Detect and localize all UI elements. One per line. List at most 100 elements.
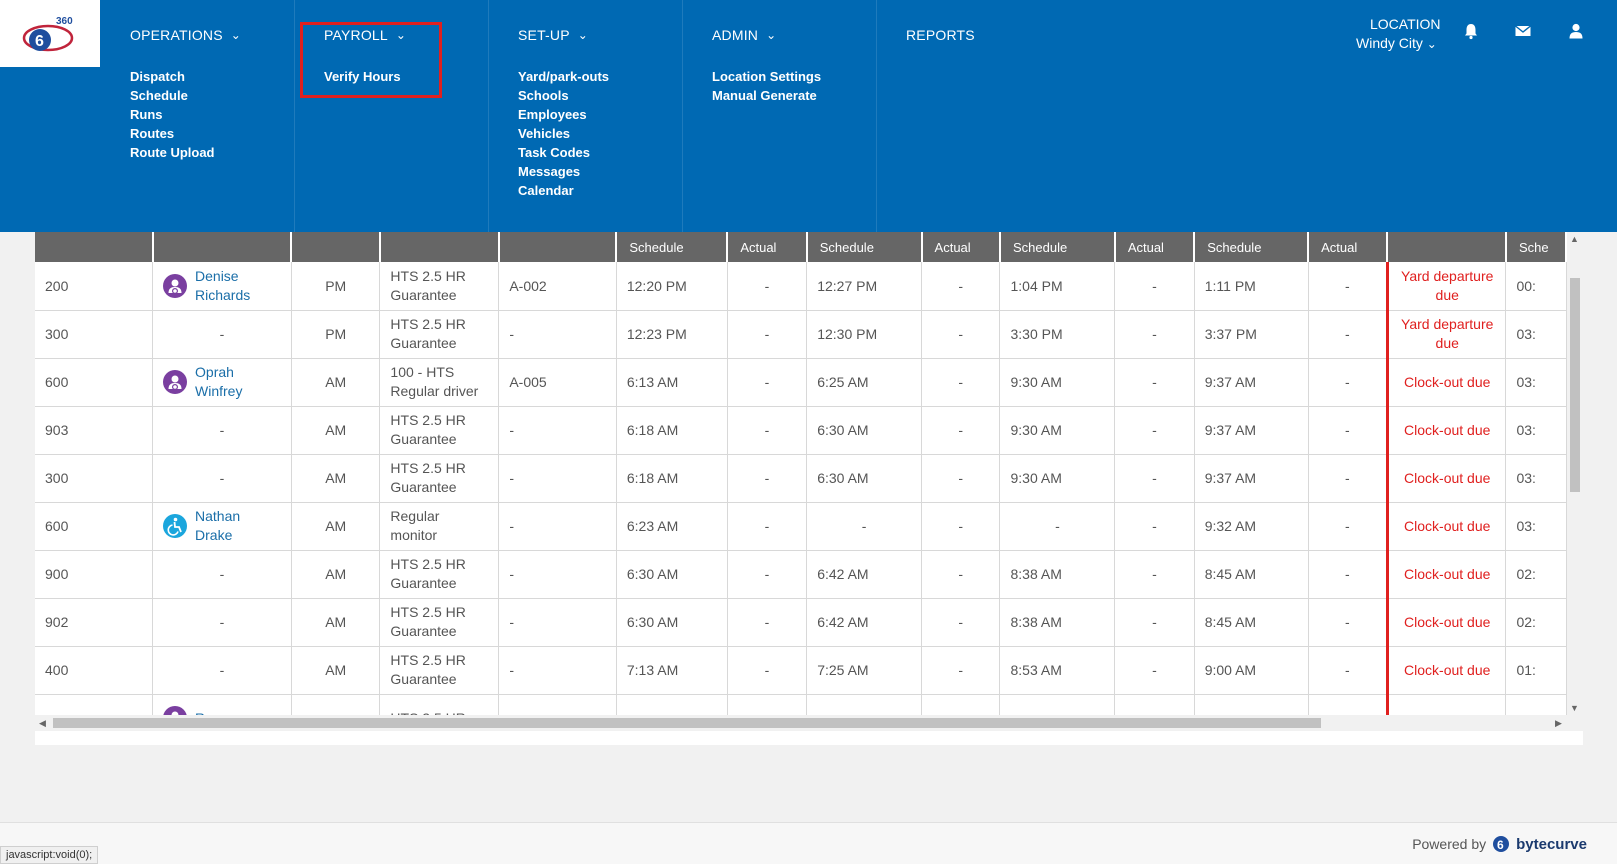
task-code-cell: HTS 2.5 HR Guarantee <box>379 598 500 647</box>
menu-item-task-codes[interactable]: Task Codes <box>518 143 609 162</box>
column-header-actual[interactable]: Actual <box>1114 232 1196 262</box>
driver-cell: - <box>152 550 292 599</box>
period-cell: AM <box>291 550 381 599</box>
table-row[interactable]: 300- PM HTS 2.5 HR Guarantee -12:23 PM -12:3… <box>35 310 1567 359</box>
column-header[interactable] <box>291 232 381 262</box>
actual-time-cell: - <box>727 310 808 359</box>
schedule-time-cell: 6:13 AM <box>616 358 728 407</box>
wheelchair-icon <box>163 514 188 538</box>
verify-hours-panel: Schedule Actual Schedule Actual Schedule… <box>35 232 1583 745</box>
scroll-down-icon[interactable]: ▼ <box>1570 703 1579 713</box>
schedule-time-cell: 9:30 AM <box>999 454 1116 503</box>
driver-name-link[interactable]: Oprah Winfrey <box>195 363 281 401</box>
driver-name-link[interactable]: Denise Richards <box>195 267 281 305</box>
table-row[interactable]: 903- AM HTS 2.5 HR Guarantee -6:18 AM -6:30 … <box>35 406 1567 455</box>
menu-item-routes[interactable]: Routes <box>130 124 215 143</box>
menu-admin-toggle[interactable]: ADMIN ⌄ <box>712 27 776 43</box>
duration-cell: 03: <box>1505 358 1567 407</box>
column-header[interactable] <box>1387 232 1507 262</box>
duration-cell: 00: <box>1505 262 1567 311</box>
table-row[interactable]: Ryne HTS 2.5 HR <box>35 694 1567 715</box>
driver-name-link[interactable]: Nathan Drake <box>195 507 281 545</box>
menu-item-messages[interactable]: Messages <box>518 162 609 181</box>
schedule-time-cell: 8:38 AM <box>999 550 1116 599</box>
column-header[interactable] <box>379 232 500 262</box>
table-row[interactable]: 900- AM HTS 2.5 HR Guarantee -6:30 AM -6:42 … <box>35 550 1567 599</box>
table-row[interactable]: 300- AM HTS 2.5 HR Guarantee -6:18 AM -6:30 … <box>35 454 1567 503</box>
menu-item-schedule[interactable]: Schedule <box>130 86 215 105</box>
column-header[interactable] <box>498 232 618 262</box>
menu-item-route-upload[interactable]: Route Upload <box>130 143 215 162</box>
column-header-actual[interactable]: Actual <box>921 232 1001 262</box>
column-header-actual[interactable]: Actual <box>727 232 808 262</box>
menu-operations-toggle[interactable]: OPERATIONS ⌄ <box>130 27 241 43</box>
scroll-left-icon[interactable]: ◀ <box>39 718 46 729</box>
status-cell: Clock-out due <box>1385 406 1507 455</box>
duration-cell: 03: <box>1505 502 1567 551</box>
vehicle-cell: A-002 <box>498 262 617 311</box>
scroll-up-icon[interactable]: ▲ <box>1570 234 1579 244</box>
svg-text:360: 360 <box>56 16 73 27</box>
menu-item-yard-park-outs[interactable]: Yard/park-outs <box>518 67 609 86</box>
column-header[interactable]: Sche <box>1505 232 1567 262</box>
menu-item-schools[interactable]: Schools <box>518 86 609 105</box>
table-row[interactable]: 600 Oprah Winfrey AM 100 - HTS Regular driv… <box>35 358 1567 407</box>
driver-cell: Denise Richards <box>152 262 292 311</box>
status-cell: Yard departure due <box>1385 262 1507 311</box>
menu-item-location-settings[interactable]: Location Settings <box>712 67 821 86</box>
route-cell: 300 <box>35 454 154 503</box>
vertical-scroll-thumb[interactable] <box>1570 278 1580 492</box>
vehicle-cell: - <box>498 406 617 455</box>
table-row[interactable]: 400- AM HTS 2.5 HR Guarantee -7:13 AM -7:25 … <box>35 646 1567 695</box>
schedule-time-cell: 1:04 PM <box>999 262 1116 311</box>
column-header-actual[interactable]: Actual <box>1308 232 1389 262</box>
route-cell: 903 <box>35 406 154 455</box>
app-logo[interactable]: 6 360 <box>0 0 100 67</box>
vertical-scrollbar[interactable]: ▲ ▼ <box>1567 232 1583 715</box>
menu-setup-label: SET-UP <box>518 27 570 43</box>
driver-avatar-icon <box>163 706 187 715</box>
route-cell: 600 <box>35 358 154 407</box>
table-scroll-area[interactable]: Schedule Actual Schedule Actual Schedule… <box>35 232 1567 715</box>
actual-time-cell: - <box>921 454 1001 503</box>
schedule-time-cell: 8:45 AM <box>1194 598 1309 647</box>
menu-setup-toggle[interactable]: SET-UP ⌄ <box>518 27 588 43</box>
location-selector[interactable]: Windy City ⌄ <box>1356 35 1437 51</box>
menu-item-runs[interactable]: Runs <box>130 105 215 124</box>
scroll-right-icon[interactable]: ▶ <box>1555 718 1562 729</box>
actual-time-cell: - <box>1114 310 1195 359</box>
user-icon[interactable] <box>1567 22 1585 40</box>
period-cell: AM <box>291 406 381 455</box>
table-row[interactable]: 600 Nathan Drake AM Regular monitor -6:23 AM… <box>35 502 1567 551</box>
task-code-cell: HTS 2.5 HR Guarantee <box>379 646 500 695</box>
menu-item-manual-generate[interactable]: Manual Generate <box>712 86 821 105</box>
envelope-icon[interactable] <box>1514 22 1532 40</box>
actual-time-cell: - <box>1308 550 1388 599</box>
actual-time-cell: - <box>1308 310 1388 359</box>
duration-cell: 02: <box>1505 598 1567 647</box>
column-header-schedule[interactable]: Schedule <box>616 232 729 262</box>
menu-item-vehicles[interactable]: Vehicles <box>518 124 609 143</box>
bell-icon[interactable] <box>1462 22 1480 40</box>
column-header-schedule[interactable]: Schedule <box>1194 232 1310 262</box>
column-header[interactable] <box>35 232 154 262</box>
chevron-down-icon: ⌄ <box>766 28 777 42</box>
table-row[interactable]: 902- AM HTS 2.5 HR Guarantee -6:30 AM -6:42 … <box>35 598 1567 647</box>
task-code-cell: HTS 2.5 HR Guarantee <box>379 310 500 359</box>
actual-time-cell: - <box>1308 646 1388 695</box>
schedule-time-cell: 8:45 AM <box>1194 550 1309 599</box>
column-header-schedule[interactable]: Schedule <box>999 232 1116 262</box>
column-header[interactable] <box>152 232 293 262</box>
horizontal-scrollbar[interactable]: ◀ ▶ <box>35 715 1583 731</box>
schedule-time-cell: 6:30 AM <box>806 454 923 503</box>
menu-item-calendar[interactable]: Calendar <box>518 181 609 200</box>
table-row[interactable]: 200 Denise Richards PM HTS 2.5 HR Guarantee… <box>35 262 1567 311</box>
menu-reports-link[interactable]: REPORTS <box>906 27 975 43</box>
svg-text:6: 6 <box>1497 838 1504 852</box>
horizontal-scroll-thumb[interactable] <box>53 718 1321 728</box>
period-cell <box>291 694 381 715</box>
column-header-schedule[interactable]: Schedule <box>806 232 923 262</box>
menu-item-employees[interactable]: Employees <box>518 105 609 124</box>
period-cell: AM <box>291 454 381 503</box>
menu-item-dispatch[interactable]: Dispatch <box>130 67 215 86</box>
